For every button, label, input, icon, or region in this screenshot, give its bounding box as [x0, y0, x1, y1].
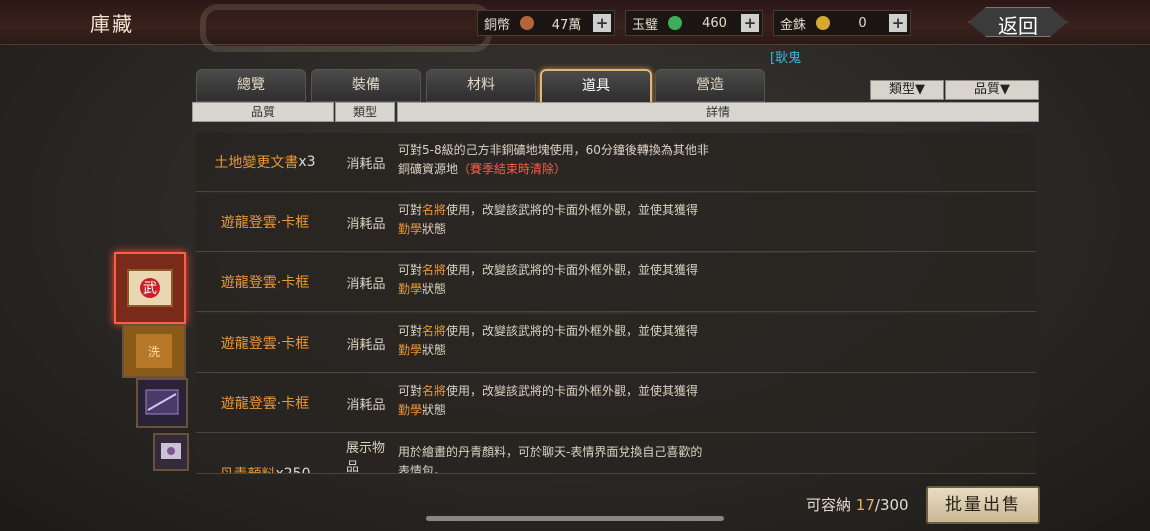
detail-text: 狀態 — [422, 282, 447, 296]
tab-equipment[interactable]: 裝備 — [311, 69, 421, 102]
table-row[interactable]: 遊龍登雲·卡框 消耗品 可對名將使用，改變該武將的卡面外框外觀，並使其獲得勤學狀… — [196, 374, 1036, 433]
currency-value: 460 — [702, 15, 727, 31]
table-row[interactable]: 遊龍登雲·卡框 消耗品 可對名將使用，改變該武將的卡面外框外觀，並使其獲得勤學狀… — [196, 253, 1036, 312]
tab-materials[interactable]: 材料 — [426, 69, 536, 102]
item-thumbnail[interactable]: 洗 — [122, 324, 186, 378]
currency-value: 0 — [858, 15, 867, 31]
item-name: 丹青顏料x250 — [196, 445, 334, 474]
detail-warning: （賽季結束時清除） — [458, 162, 567, 176]
card-icon: 洗 — [136, 334, 172, 368]
detail-highlight: 名將 — [422, 263, 447, 277]
detail-text: 可對 — [398, 384, 423, 398]
item-detail: 可對名將使用，改變該武將的卡面外框外觀，並使其獲得勤學狀態 — [398, 322, 798, 360]
back-button[interactable]: 返回 — [968, 7, 1068, 38]
item-type: 消耗品 — [346, 156, 386, 172]
player-name: [耿鬼 — [770, 51, 802, 66]
item-type: 消耗品 — [346, 337, 386, 353]
home-indicator[interactable] — [426, 516, 724, 521]
page-title: 庫藏 — [90, 12, 134, 36]
item-detail: 可對5-8級的己方非銅礦地塊使用，60分鐘後轉換為其他非 銅礦資源地（賽季結束時清… — [398, 141, 798, 179]
item-name: 遊龍登雲·卡框 — [220, 396, 310, 412]
currency-copper: 銅幣 47萬 + — [477, 10, 615, 36]
tab-items[interactable]: 道具 — [540, 69, 652, 104]
detail-text: 銅礦資源地 — [398, 162, 459, 176]
header-decoration — [200, 4, 492, 52]
detail-text: 使用，改變該武將的卡面外框外觀，並使其獲得 — [446, 324, 699, 338]
capacity-label: 可容納 — [806, 496, 852, 514]
item-type: 展示物品 — [346, 441, 386, 474]
type-filter-dropdown[interactable]: 類型▼ — [870, 80, 944, 100]
detail-text: 狀態 — [422, 403, 447, 417]
detail-text: 表情包。 — [398, 464, 447, 474]
detail-text: 狀態 — [422, 343, 447, 357]
gold-coin-icon — [816, 16, 830, 30]
detail-text: 使用，改變該武將的卡面外框外觀，並使其獲得 — [446, 203, 699, 217]
item-name: 遊龍登雲·卡框 — [220, 215, 310, 231]
paint-icon — [161, 443, 181, 459]
currency-label: 金銖 — [780, 17, 807, 33]
detail-highlight: 名將 — [422, 203, 447, 217]
scroll-icon: 武 — [127, 269, 173, 307]
detail-text: 可對 — [398, 203, 423, 217]
item-name: 遊龍登雲·卡框 — [220, 336, 310, 352]
item-type: 消耗品 — [346, 276, 386, 292]
detail-highlight: 名將 — [422, 324, 447, 338]
capacity-indicator: 可容納 17/300 — [806, 494, 909, 515]
detail-highlight: 勤學 — [398, 282, 423, 296]
table-row[interactable]: 丹青顏料x250 展示物品 用於繪畫的丹青顏料，可於聊天-表情界面兌換自己喜歡的… — [196, 435, 1036, 474]
detail-highlight: 勤學 — [398, 343, 423, 357]
item-name-text: 土地變更文書 — [214, 155, 299, 171]
quality-filter-dropdown[interactable]: 品質▼ — [945, 80, 1039, 100]
svg-text:洗: 洗 — [148, 345, 160, 359]
item-detail: 可對名將使用，改變該武將的卡面外框外觀，並使其獲得勤學狀態 — [398, 201, 798, 239]
item-thumbnail[interactable] — [153, 433, 189, 471]
tab-overview[interactable]: 總覽 — [196, 69, 306, 102]
detail-text: 使用，改變該武將的卡面外框外觀，並使其獲得 — [446, 384, 699, 398]
add-jade-button[interactable]: + — [741, 14, 759, 32]
table-row[interactable]: 遊龍登雲·卡框 消耗品 可對名將使用，改變該武將的卡面外框外觀，並使其獲得勤學狀… — [196, 314, 1036, 373]
detail-text: 使用，改變該武將的卡面外框外觀，並使其獲得 — [446, 263, 699, 277]
item-type: 消耗品 — [346, 397, 386, 413]
column-header-detail: 詳情 — [397, 102, 1039, 122]
item-detail: 可對名將使用，改變該武將的卡面外框外觀，並使其獲得勤學狀態 — [398, 382, 798, 420]
svg-text:武: 武 — [143, 281, 157, 297]
add-copper-button[interactable]: + — [593, 14, 611, 32]
copper-coin-icon — [520, 16, 534, 30]
detail-text: 用於繪畫的丹青顏料，可於聊天-表情界面兌換自己喜歡的 — [398, 445, 703, 459]
detail-text: 可對5-8級的己方非銅礦地塊使用，60分鐘後轉換為其他非 — [398, 143, 709, 157]
detail-highlight: 名將 — [422, 384, 447, 398]
add-gold-button[interactable]: + — [889, 14, 907, 32]
column-header-quality[interactable]: 品質 — [192, 102, 334, 122]
table-row[interactable]: 遊龍登雲·卡框 消耗品 可對名將使用，改變該武將的卡面外框外觀，並使其獲得勤學狀… — [196, 193, 1036, 252]
detail-highlight: 勤學 — [398, 403, 423, 417]
currency-jade: 玉璧 460 + — [625, 10, 763, 36]
tab-construction[interactable]: 營造 — [655, 69, 765, 102]
capacity-current: 17 — [855, 496, 875, 514]
back-button-label: 返回 — [998, 14, 1038, 38]
bulk-sell-button[interactable]: 批量出售 — [926, 486, 1040, 524]
detail-text: 可對 — [398, 263, 423, 277]
item-quantity: x3 — [298, 154, 316, 170]
table-row[interactable]: 土地變更文書 x3 消耗品 可對5-8級的己方非銅礦地塊使用，60分鐘後轉換為其他… — [196, 133, 1036, 192]
item-detail: 用於繪畫的丹青顏料，可於聊天-表情界面兌換自己喜歡的表情包。 — [398, 443, 798, 474]
book-icon — [145, 389, 179, 415]
detail-text: 狀態 — [422, 222, 447, 236]
item-type: 消耗品 — [346, 216, 386, 232]
item-quantity: x250 — [275, 466, 311, 474]
capacity-max: /300 — [874, 496, 909, 514]
detail-text: 可對 — [398, 324, 423, 338]
item-detail: 可對名將使用，改變該武將的卡面外框外觀，並使其獲得勤學狀態 — [398, 261, 798, 299]
item-name: 遊龍登雲·卡框 — [220, 275, 310, 291]
selected-item-thumbnail[interactable]: 武 — [114, 252, 186, 324]
currency-gold: 金銖 0 + — [773, 10, 911, 36]
currency-label: 玉璧 — [632, 17, 659, 33]
item-thumbnail[interactable] — [136, 378, 188, 428]
item-name: 土地變更文書 x3 — [196, 133, 334, 191]
detail-highlight: 勤學 — [398, 222, 423, 236]
currency-value: 47萬 — [551, 17, 582, 33]
item-name-text: 丹青顏料 — [219, 464, 275, 473]
column-header-type[interactable]: 類型 — [335, 102, 395, 122]
jade-coin-icon — [668, 16, 682, 30]
currency-label: 銅幣 — [484, 17, 511, 33]
